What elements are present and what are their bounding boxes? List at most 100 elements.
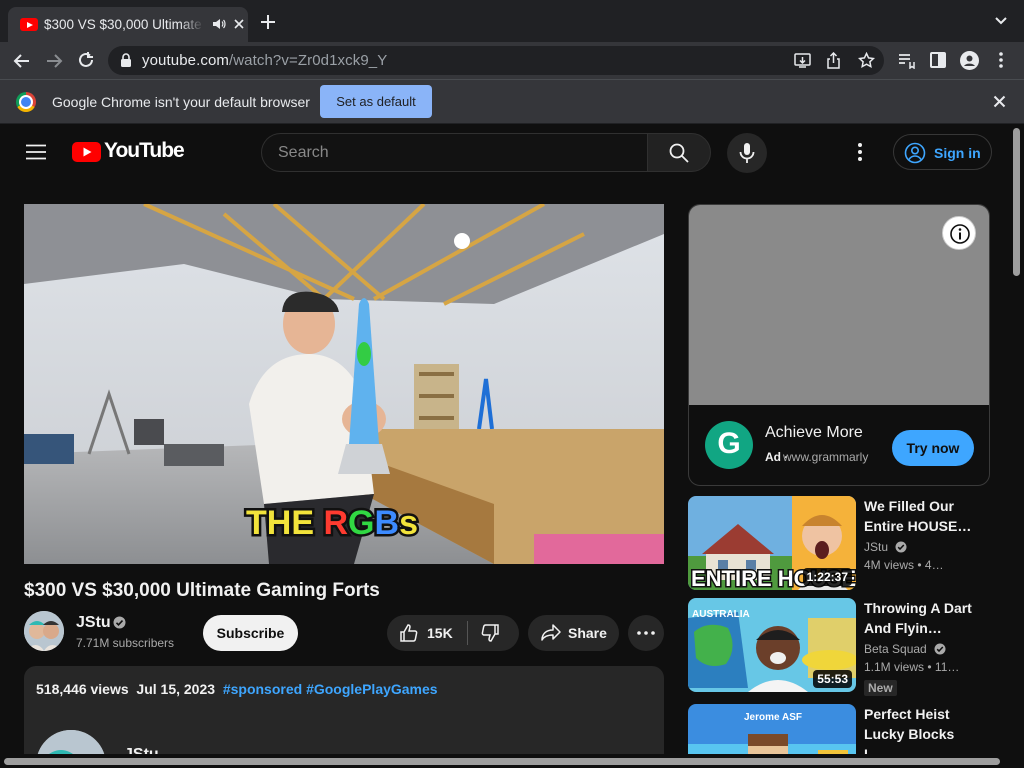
verified-badge-icon: [895, 541, 907, 553]
search-placeholder: Search: [278, 144, 329, 161]
video-title: $300 VS $30,000 Ultimate Gaming Forts: [24, 580, 380, 601]
browser-tab[interactable]: $300 VS $30,000 Ultimate Gaming Forts: [8, 7, 248, 42]
upload-date: Jul 15, 2023: [136, 681, 216, 697]
view-stats: 4M views • 4…: [864, 558, 944, 572]
browser-toolbar: youtube.com/watch?v=Zr0d1xck9_Y: [0, 42, 1024, 79]
upload-age: 11…: [934, 660, 960, 674]
recommended-video[interactable]: ENTIRE HOUSE 1:22:37 We Filled Our Entir…: [688, 496, 988, 590]
speaker-icon[interactable]: [212, 17, 226, 31]
url-host: youtube.com: [142, 52, 229, 69]
voice-search-button[interactable]: [727, 133, 767, 173]
channel-name[interactable]: Beta Squad: [864, 642, 946, 656]
verified-badge-icon: [934, 643, 946, 655]
lock-icon[interactable]: [120, 53, 132, 67]
subscriber-count: 7.71M subscribers: [76, 636, 175, 650]
chevron-down-icon[interactable]: [994, 16, 1008, 26]
subscribe-button[interactable]: Subscribe: [203, 615, 298, 651]
thumbs-up-icon: [400, 624, 418, 642]
new-badge: New: [864, 680, 897, 696]
view-stats: 1.1M views • 11…: [864, 660, 960, 674]
channel-name-text: Beta Squad: [864, 642, 927, 656]
close-icon[interactable]: [993, 95, 1006, 108]
share-arrow-icon: [541, 624, 561, 641]
video-duration: 1:22:37: [802, 568, 852, 586]
like-button[interactable]: 15K: [387, 615, 467, 651]
thumbnail-caption: Jerome ASF: [744, 712, 802, 723]
video-player[interactable]: THE RGBs: [24, 204, 664, 564]
account-circle-icon: [904, 142, 926, 164]
vertical-scrollbar[interactable]: [1010, 124, 1024, 768]
recommended-video[interactable]: AUSTRALIA 55:53 Throwing A Dart And Flyi…: [688, 598, 988, 696]
more-horizontal-icon: [637, 631, 655, 635]
grammarly-logo-letter: G: [717, 427, 741, 460]
thumbs-down-icon: [481, 624, 499, 642]
view-count: 518,446 views: [36, 681, 129, 697]
ad-info-button[interactable]: [942, 216, 976, 250]
info-icon: [950, 224, 970, 244]
youtube-logo-icon[interactable]: [72, 142, 101, 162]
video-title[interactable]: Throwing A Dart And Flyin…: [864, 598, 976, 638]
video-thumbnail[interactable]: ENTIRE HOUSE 1:22:37: [688, 496, 856, 590]
view-count: 4M views: [864, 558, 915, 572]
try-now-button[interactable]: Try now: [892, 430, 974, 466]
like-count: 15K: [427, 625, 453, 641]
install-app-icon[interactable]: [794, 52, 811, 69]
reload-icon[interactable]: [77, 51, 95, 69]
youtube-page: YouTube Search Sign in THE RGBs $300 VS …: [0, 124, 1010, 768]
profile-icon[interactable]: [960, 51, 979, 70]
channel-name[interactable]: JStu: [76, 614, 111, 632]
microphone-icon: [739, 143, 755, 163]
search-button[interactable]: [647, 133, 711, 172]
youtube-logo-text[interactable]: YouTube: [104, 139, 185, 163]
youtube-favicon-icon: [20, 18, 38, 31]
set-as-default-button[interactable]: Set as default: [320, 85, 432, 118]
horizontal-scrollbar[interactable]: [0, 754, 1010, 768]
ad-badge-label: Ad: [765, 450, 781, 464]
tab-close-icon[interactable]: [232, 17, 246, 31]
thumbnail-caption: AUSTRALIA: [692, 609, 750, 620]
forward-arrow-icon[interactable]: [44, 51, 64, 71]
video-duration: 55:53: [813, 670, 852, 688]
ad-card[interactable]: G Achieve More Ad · www.grammarly Try no…: [688, 204, 990, 486]
hamburger-menu-icon[interactable]: [26, 144, 46, 160]
tab-strip: $300 VS $30,000 Ultimate Gaming Forts: [0, 0, 1024, 42]
video-title[interactable]: We Filled Our Entire HOUSE…: [864, 496, 976, 536]
like-dislike-group: 15K: [387, 615, 519, 651]
verified-badge-icon: [113, 616, 126, 629]
channel-name[interactable]: JStu: [864, 540, 907, 554]
sign-in-label: Sign in: [934, 145, 981, 161]
reading-list-icon[interactable]: [897, 51, 915, 69]
browser-menu-icon[interactable]: [998, 51, 1004, 69]
channel-name-text: JStu: [864, 540, 889, 554]
url-text[interactable]: youtube.com/watch?v=Zr0d1xck9_Y: [142, 52, 387, 69]
settings-more-icon[interactable]: [857, 142, 863, 162]
description-box[interactable]: 518,446 views Jul 15, 2023 #sponsored #G…: [24, 666, 664, 768]
scrollbar-thumb[interactable]: [4, 758, 1000, 765]
address-bar[interactable]: youtube.com/watch?v=Zr0d1xck9_Y: [108, 46, 884, 75]
hashtag-link[interactable]: #sponsored: [223, 681, 302, 697]
sign-in-button[interactable]: Sign in: [893, 134, 992, 170]
view-count: 1.1M views: [864, 660, 925, 674]
url-path: /watch?v=Zr0d1xck9_Y: [228, 52, 388, 69]
default-browser-infobar: Google Chrome isn't your default browser…: [0, 79, 1024, 124]
new-tab-plus-icon[interactable]: [260, 14, 276, 30]
search-input[interactable]: Search: [261, 133, 647, 172]
avatar-image: [24, 611, 64, 651]
upload-age: 4…: [924, 558, 944, 572]
ad-url: www.grammarly: [783, 450, 869, 464]
video-thumbnail[interactable]: AUSTRALIA 55:53: [688, 598, 856, 692]
share-page-icon[interactable]: [826, 52, 841, 69]
bookmark-star-icon[interactable]: [858, 52, 875, 69]
video-meta-line: 518,446 views Jul 15, 2023 #sponsored #G…: [36, 681, 438, 697]
infobar-message: Google Chrome isn't your default browser: [52, 94, 310, 110]
hashtag-link[interactable]: #GooglePlayGames: [306, 681, 438, 697]
back-arrow-icon[interactable]: [12, 51, 32, 71]
scrollbar-thumb[interactable]: [1013, 128, 1020, 276]
dislike-button[interactable]: [468, 615, 519, 651]
more-actions-button[interactable]: [628, 615, 664, 651]
share-label: Share: [568, 625, 607, 641]
side-panel-icon[interactable]: [929, 51, 947, 69]
share-button[interactable]: Share: [528, 615, 619, 651]
ad-title[interactable]: Achieve More: [765, 424, 863, 442]
channel-avatar[interactable]: [24, 611, 64, 651]
